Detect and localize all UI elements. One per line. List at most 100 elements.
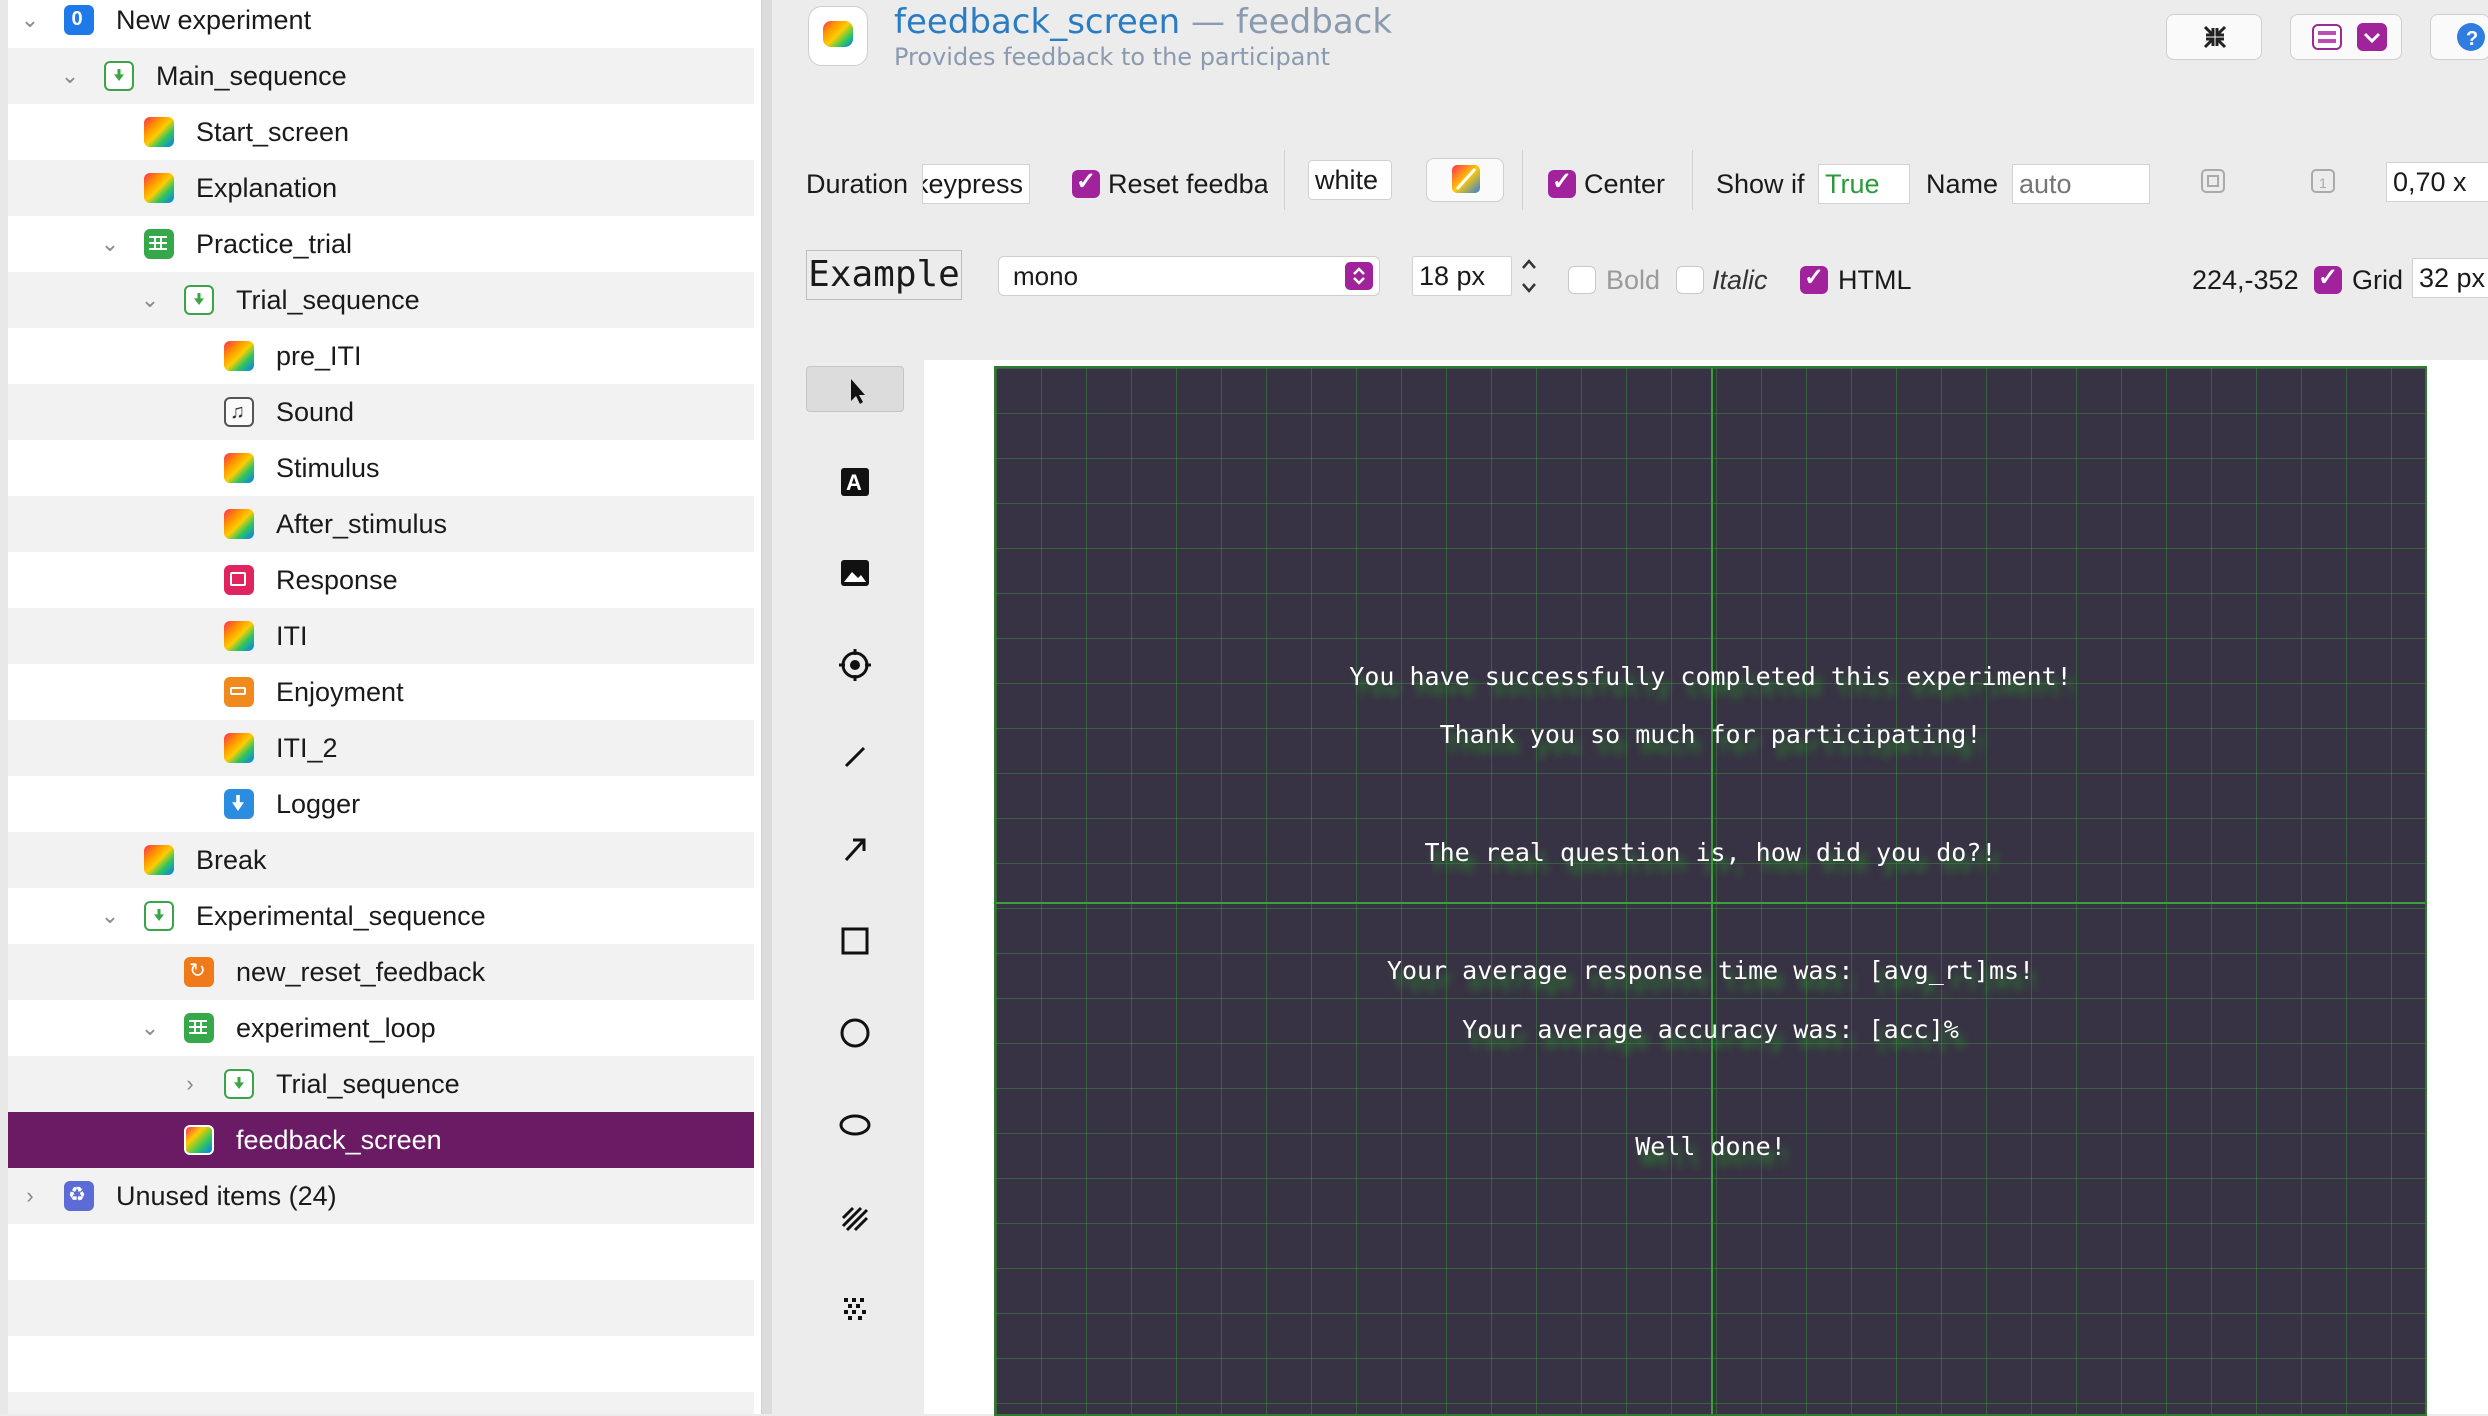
text-tool[interactable]: A bbox=[806, 458, 904, 504]
tree-item-stimulus[interactable]: Stimulus bbox=[8, 440, 754, 496]
arrow-tool[interactable] bbox=[806, 826, 904, 872]
tree-item-iti-2[interactable]: ITI_2 bbox=[8, 720, 754, 776]
tree-item-response[interactable]: Response bbox=[8, 552, 754, 608]
svg-text:1: 1 bbox=[2319, 175, 2327, 191]
rectangle-tool[interactable] bbox=[806, 918, 904, 964]
sketchpad-icon bbox=[224, 509, 254, 539]
color-picker-button[interactable] bbox=[1426, 158, 1504, 202]
sketchpad-icon bbox=[144, 117, 174, 147]
grid-size-field[interactable]: 32 px bbox=[2412, 258, 2488, 298]
tree-item-label: feedback_screen bbox=[236, 1125, 442, 1155]
tree-item-label: Sound bbox=[276, 397, 355, 427]
maximize-icon bbox=[2203, 25, 2227, 49]
chevron-right-icon[interactable]: › bbox=[16, 1168, 44, 1224]
sampler-icon bbox=[224, 397, 254, 427]
item-description[interactable]: Provides feedback to the participant bbox=[894, 42, 1330, 72]
canvas-text-line[interactable]: Well done! bbox=[996, 1132, 2425, 1162]
ellipse-icon bbox=[839, 1114, 871, 1136]
divider bbox=[1692, 150, 1693, 210]
maximize-button[interactable] bbox=[2166, 14, 2262, 60]
noise-patch-tool[interactable] bbox=[806, 1286, 904, 1332]
tree-item-experimental-sequence[interactable]: ⌄ Experimental_sequence bbox=[8, 888, 754, 944]
tree-item-after-stimulus[interactable]: After_stimulus bbox=[8, 496, 754, 552]
actual-size-button[interactable]: 1 bbox=[2310, 168, 2336, 194]
image-icon bbox=[841, 560, 869, 586]
tree-empty-row bbox=[8, 1224, 754, 1280]
tree-item-label: Unused items (24) bbox=[116, 1181, 337, 1211]
tree-item-logger[interactable]: Logger bbox=[8, 776, 754, 832]
tree-item-sound[interactable]: Sound bbox=[8, 384, 754, 440]
tree-item-practice-trial[interactable]: ⌄ Practice_trial bbox=[8, 216, 754, 272]
tree-item-new-experiment[interactable]: ⌄ New experiment bbox=[8, 0, 754, 48]
keyboard-response-icon bbox=[224, 565, 254, 595]
tree-item-label: pre_ITI bbox=[276, 341, 362, 371]
font-size-field[interactable]: 18 px bbox=[1412, 256, 1512, 296]
chevron-down-icon[interactable]: ⌄ bbox=[136, 272, 164, 328]
tree-item-main-sequence[interactable]: ⌄ Main_sequence bbox=[8, 48, 754, 104]
show-if-label: Show if bbox=[1716, 169, 1805, 199]
chevron-down-icon[interactable]: ⌄ bbox=[136, 1000, 164, 1056]
tree-item-feedback-screen[interactable]: feedback_screen bbox=[8, 1112, 754, 1168]
tree-item-label: Practice_trial bbox=[196, 229, 353, 259]
item-name[interactable]: feedback_screen bbox=[894, 2, 1180, 42]
chevron-down-icon[interactable]: ⌄ bbox=[96, 888, 124, 944]
bold-checkbox[interactable] bbox=[1568, 266, 1596, 294]
menu-icon bbox=[2312, 23, 2387, 51]
canvas-text-line[interactable]: The real question is, how did you do?! bbox=[996, 838, 2425, 868]
fixation-icon bbox=[839, 649, 871, 681]
noise-icon bbox=[844, 1298, 866, 1320]
tree-item-unused-items[interactable]: › Unused items (24) bbox=[8, 1168, 754, 1224]
show-if-field[interactable]: True bbox=[1818, 164, 1910, 204]
chevron-down-icon[interactable]: ⌄ bbox=[16, 0, 44, 48]
chevron-right-icon[interactable]: › bbox=[176, 1056, 204, 1112]
tree-item-new-reset-feedback[interactable]: new_reset_feedback bbox=[8, 944, 754, 1000]
tree-item-start-screen[interactable]: Start_screen bbox=[8, 104, 754, 160]
ellipse-tool[interactable] bbox=[806, 1102, 904, 1148]
fit-view-button[interactable] bbox=[2200, 168, 2226, 194]
panel-splitter[interactable] bbox=[762, 0, 772, 1414]
canvas-text-line[interactable]: Your average accuracy was: [acc]% bbox=[996, 1015, 2425, 1045]
tree-item-experiment-loop[interactable]: ⌄ experiment_loop bbox=[8, 1000, 754, 1056]
tree-item-label: New experiment bbox=[116, 5, 312, 35]
canvas-text-line[interactable]: Your average response time was: [avg_rt]… bbox=[996, 956, 2425, 986]
overview-tree[interactable]: ⌄ New experiment ⌄ Main_sequence Start_s… bbox=[0, 0, 762, 1414]
italic-checkbox[interactable] bbox=[1676, 266, 1704, 294]
zoom-field[interactable]: 0,70 x bbox=[2386, 162, 2488, 202]
chevron-down-icon[interactable]: ⌄ bbox=[96, 216, 124, 272]
select-tool[interactable] bbox=[806, 366, 904, 412]
item-menu-button[interactable] bbox=[2290, 14, 2402, 60]
tree-item-trial-sequence-collapsed[interactable]: › Trial_sequence bbox=[8, 1056, 754, 1112]
reset-feedback-checkbox[interactable] bbox=[1072, 167, 1100, 198]
line-tool[interactable] bbox=[806, 734, 904, 780]
fit-view-icon bbox=[2201, 169, 2225, 193]
html-checkbox[interactable] bbox=[1800, 263, 1828, 294]
tree-item-break[interactable]: Break bbox=[8, 832, 754, 888]
text-icon: A bbox=[841, 468, 869, 496]
sketchpad-canvas[interactable]: You have successfully completed this exp… bbox=[994, 366, 2427, 1416]
font-size-stepper[interactable] bbox=[1518, 254, 1540, 298]
help-button[interactable]: ? bbox=[2430, 14, 2488, 60]
name-field[interactable] bbox=[2012, 164, 2150, 204]
fixation-dot-tool[interactable] bbox=[806, 642, 904, 688]
tree-item-enjoyment[interactable]: Enjoyment bbox=[8, 664, 754, 720]
gabor-tool[interactable] bbox=[806, 1194, 904, 1240]
font-family-select[interactable]: mono bbox=[998, 256, 1380, 296]
tree-item-trial-sequence[interactable]: ⌄ Trial_sequence bbox=[8, 272, 754, 328]
grid-center-horizontal bbox=[996, 902, 2425, 904]
grid-checkbox[interactable] bbox=[2314, 263, 2342, 294]
circle-tool[interactable] bbox=[806, 1010, 904, 1056]
duration-field[interactable]: keypress bbox=[922, 164, 1030, 204]
image-tool[interactable] bbox=[806, 550, 904, 596]
tree-item-pre-iti[interactable]: pre_ITI bbox=[8, 328, 754, 384]
item-type: feedback bbox=[1235, 2, 1393, 42]
canvas-text-line[interactable]: Thank you so much for participating! bbox=[996, 720, 2425, 750]
tree-item-iti[interactable]: ITI bbox=[8, 608, 754, 664]
item-title[interactable]: feedback_screen — feedback bbox=[894, 0, 1392, 44]
canvas-text-line[interactable]: You have successfully completed this exp… bbox=[996, 662, 2425, 692]
color-field[interactable]: white bbox=[1308, 160, 1392, 200]
tree-item-explanation[interactable]: Explanation bbox=[8, 160, 754, 216]
tree-item-label: experiment_loop bbox=[236, 1013, 436, 1043]
experiment-icon bbox=[64, 5, 94, 35]
chevron-down-icon[interactable]: ⌄ bbox=[56, 48, 84, 104]
center-checkbox[interactable] bbox=[1548, 167, 1576, 198]
